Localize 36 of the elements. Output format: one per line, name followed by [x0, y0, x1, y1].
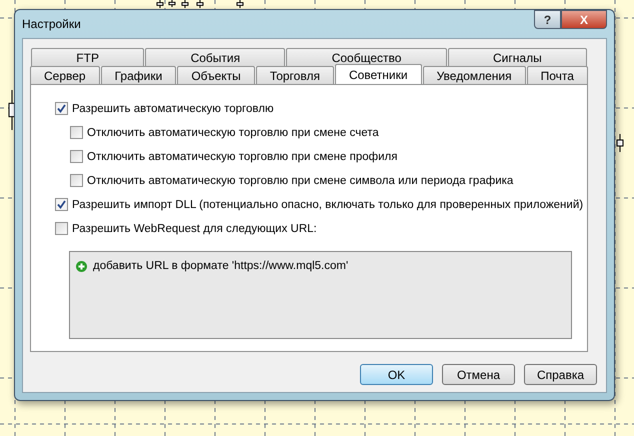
checkbox[interactable] — [55, 198, 68, 211]
checkbox-label: Отключить автоматическую торговлю при смене профиля — [87, 150, 398, 162]
candlestick — [182, 0, 188, 8]
checkbox-label: Разрешить WebRequest для следующих URL: — [72, 222, 317, 234]
dialog-button[interactable]: OK — [360, 364, 433, 385]
candlestick — [156, 0, 164, 8]
dialog-button[interactable]: Отмена — [442, 364, 515, 385]
tab[interactable]: FTP — [31, 48, 144, 66]
add-icon — [76, 260, 87, 272]
candlestick — [616, 134, 624, 152]
tab[interactable]: Сервер — [30, 66, 100, 84]
add-url-item[interactable]: добавить URL в формате 'https://www.mql5.com' — [93, 260, 348, 272]
tab[interactable]: Советники — [334, 64, 422, 84]
checkbox[interactable] — [70, 126, 83, 139]
candlestick — [168, 0, 176, 8]
checkbox-label: Разрешить автоматическую торговлю — [72, 102, 274, 114]
checkbox-label: Отключить автоматическую торговлю при смене символа или периода графика — [87, 174, 514, 186]
tab[interactable]: Объекты — [177, 66, 255, 84]
tab[interactable]: Сигналы — [448, 48, 587, 66]
help-button[interactable]: ? — [534, 10, 561, 29]
checkbox[interactable] — [55, 102, 68, 115]
candlestick — [236, 0, 244, 8]
checkbox-label: Отключить автоматическую торговлю при смене счета — [87, 126, 379, 138]
window-title: Настройки — [22, 17, 81, 31]
tab[interactable]: События — [145, 48, 286, 66]
dialog-button[interactable]: Справка — [524, 364, 597, 385]
tab[interactable]: Сообщество — [286, 48, 447, 66]
checkbox[interactable] — [70, 174, 83, 187]
tab[interactable]: Уведомления — [422, 66, 526, 84]
tab[interactable]: Почта — [526, 66, 588, 84]
checkbox[interactable] — [55, 222, 68, 235]
checkbox-label: Разрешить импорт DLL (потенциально опасно, включать только для проверенных приложений) — [72, 198, 584, 210]
checkbox[interactable] — [70, 150, 83, 163]
candlestick — [196, 0, 204, 8]
tab[interactable]: Графики — [100, 66, 176, 84]
tab[interactable]: Торговля — [256, 66, 334, 84]
